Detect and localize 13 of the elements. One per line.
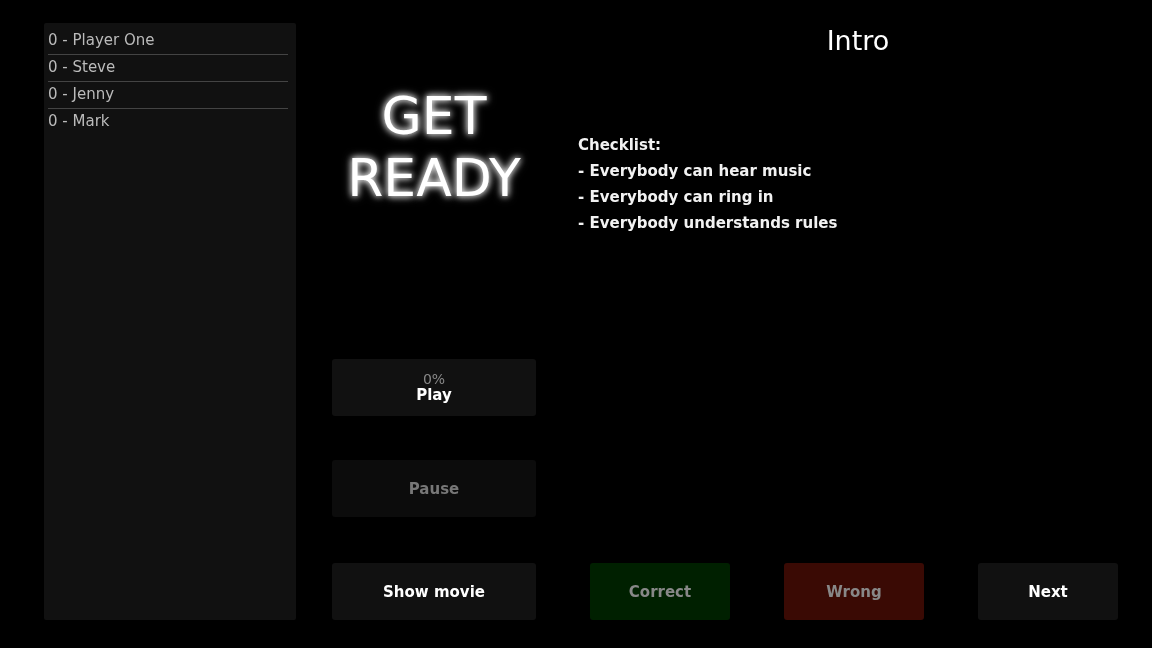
player-score: 0 - Mark — [48, 111, 111, 132]
player-score: 0 - Jenny — [48, 82, 288, 109]
action-button[interactable]: Next — [978, 563, 1118, 620]
round-title: Intro — [825, 25, 891, 56]
checklist-line: - Everybody can hear music — [578, 161, 813, 182]
checklist-line: - Everybody can ring in — [578, 187, 775, 208]
checklist-line: Checklist: — [578, 135, 663, 156]
play-button[interactable]: 0% Play — [332, 359, 536, 416]
status-text: GET READY — [346, 85, 522, 209]
player-score: 0 - Steve — [48, 55, 288, 82]
action-button[interactable]: Show movie — [332, 563, 536, 620]
player-score: 0 - Player One — [48, 28, 288, 55]
checklist-line: - Everybody understands rules — [578, 213, 839, 234]
